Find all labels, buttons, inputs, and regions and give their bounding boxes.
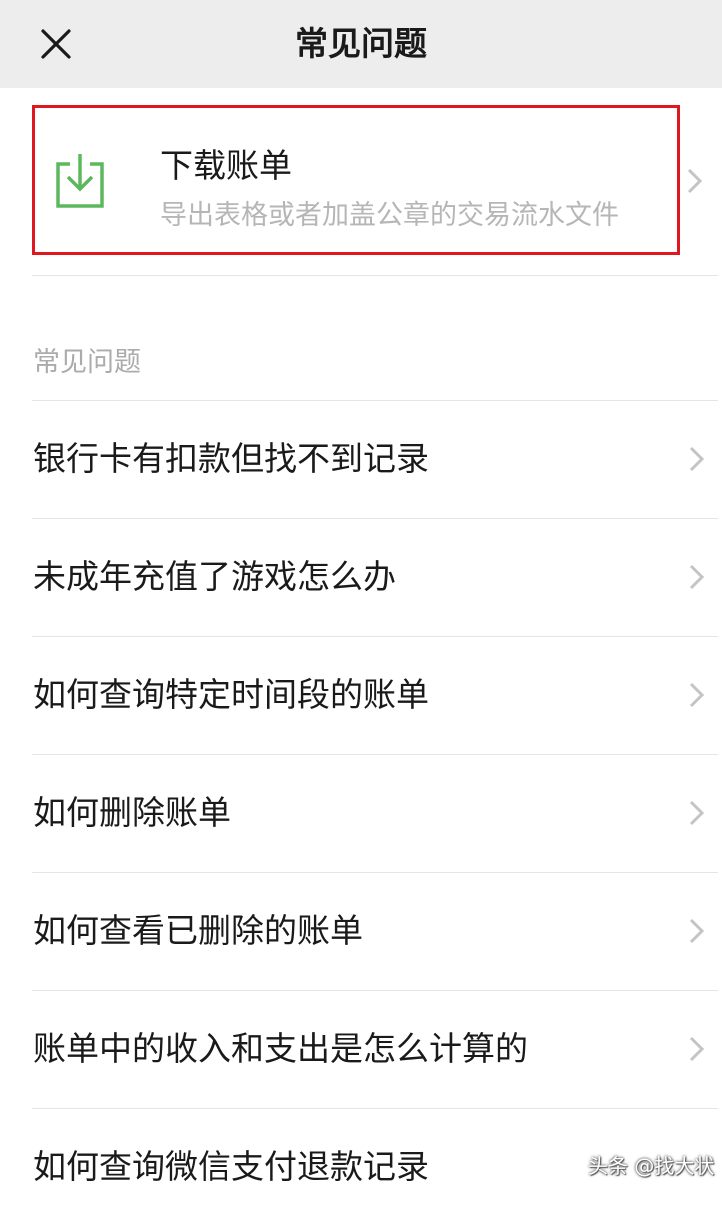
watermark: 头条 @找大状 bbox=[588, 1154, 715, 1178]
faq-item[interactable]: 如何删除账单 bbox=[32, 754, 718, 872]
faq-item-label: 如何查看已删除的账单 bbox=[33, 911, 363, 950]
download-statement-button[interactable]: 下载账单 导出表格或者加盖公章的交易流水文件 bbox=[32, 105, 722, 255]
faq-item-label: 银行卡有扣款但找不到记录 bbox=[33, 439, 429, 478]
chevron-right-icon bbox=[689, 800, 705, 826]
faq-item-label: 如何查询特定时间段的账单 bbox=[33, 675, 429, 714]
faq-item[interactable]: 账单中的收入和支出是怎么计算的 bbox=[32, 990, 718, 1108]
page-title: 常见问题 bbox=[295, 24, 427, 63]
highlight-box bbox=[32, 105, 680, 255]
download-subtitle: 导出表格或者加盖公章的交易流水文件 bbox=[160, 200, 619, 231]
download-icon bbox=[56, 154, 104, 208]
divider bbox=[32, 275, 718, 276]
chevron-right-icon bbox=[689, 446, 705, 472]
download-title: 下载账单 bbox=[160, 146, 292, 185]
faq-item-label: 如何删除账单 bbox=[33, 793, 231, 832]
header-bar: 常见问题 bbox=[0, 0, 722, 88]
section-label: 常见问题 bbox=[33, 347, 141, 378]
chevron-right-icon bbox=[689, 682, 705, 708]
faq-item-label: 账单中的收入和支出是怎么计算的 bbox=[33, 1029, 528, 1068]
chevron-right-icon bbox=[687, 168, 703, 194]
faq-item[interactable]: 未成年充值了游戏怎么办 bbox=[32, 518, 718, 636]
faq-item-label: 如何查询微信支付退款记录 bbox=[33, 1147, 429, 1186]
faq-list: 银行卡有扣款但找不到记录 未成年充值了游戏怎么办 如何查询特定时间段的账单 如何… bbox=[32, 400, 718, 1226]
faq-item-label: 未成年充值了游戏怎么办 bbox=[33, 557, 396, 596]
chevron-right-icon bbox=[689, 1036, 705, 1062]
close-button[interactable] bbox=[30, 18, 82, 70]
faq-item[interactable]: 如何查询特定时间段的账单 bbox=[32, 636, 718, 754]
faq-item[interactable]: 如何查看已删除的账单 bbox=[32, 872, 718, 990]
faq-item[interactable]: 银行卡有扣款但找不到记录 bbox=[32, 400, 718, 518]
chevron-right-icon bbox=[689, 918, 705, 944]
chevron-right-icon bbox=[689, 564, 705, 590]
close-icon bbox=[41, 29, 71, 59]
